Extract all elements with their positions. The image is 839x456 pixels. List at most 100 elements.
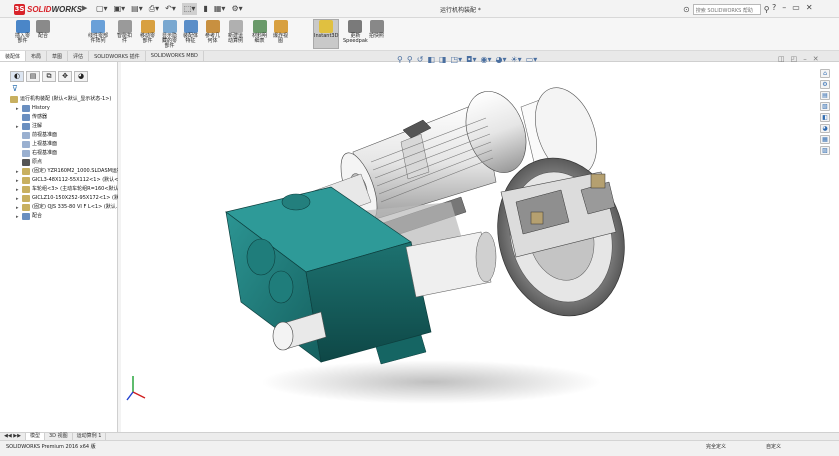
tree-item[interactable]: 前视基准面 <box>10 131 118 140</box>
custom-properties-icon[interactable]: ▦ <box>820 135 830 144</box>
open-icon[interactable]: ▣▾ <box>114 3 126 15</box>
cmd-button-7[interactable]: 参考几 何体 <box>205 20 220 44</box>
cmd-icon <box>15 20 30 33</box>
options-icon[interactable]: ⚙▾ <box>231 3 242 15</box>
cmd-label: 装配体 特征 <box>183 33 199 44</box>
dynamic-annotation-icon[interactable]: ◨ <box>439 55 447 64</box>
tree-item[interactable]: ▸ (固定) QJS 335-80 VI F L<1> (默认… <box>10 203 118 212</box>
bottom-tab[interactable]: 运动算例 1 <box>73 433 107 440</box>
feature-tree: 运行机构装配 (默认<默认_显示状态-1>) ▸ History 传感器 ▸ 注解 前视基… <box>10 95 118 221</box>
feature-tree-tab-icon[interactable]: ◐ <box>10 71 24 82</box>
view-orientation-icon[interactable]: ◳▾ <box>451 55 463 64</box>
cm-tab[interactable]: 草图 <box>47 51 69 61</box>
cmd-button-13[interactable]: 拍快照 <box>369 20 384 39</box>
cmd-button-11[interactable]: Instant3D <box>313 19 340 49</box>
command-manager: 插入零 部件 配合 线性零部 件阵列 智能扣 件移动零 部件 显示隐 藏的零 部件 装配体… <box>0 18 839 51</box>
tree-item[interactable]: 上视基准面 <box>10 140 118 149</box>
home-icon[interactable]: ⌂ <box>820 69 830 78</box>
cmd-icon <box>348 20 363 33</box>
cmd-label: 插入零 部件 <box>15 33 31 44</box>
dimxpert-tab-icon[interactable]: ✥ <box>58 71 72 82</box>
cmd-button-8[interactable]: 新建运 动算例 <box>228 20 243 44</box>
print-icon[interactable]: ⎙▾ <box>149 3 159 15</box>
hide-show-icon[interactable]: ◉▾ <box>480 55 491 64</box>
new-document-icon[interactable]: ▢▾ <box>96 3 108 15</box>
tree-item[interactable]: ▸ 注解 <box>10 122 118 131</box>
viewport-restore-icon[interactable]: ◫ <box>778 55 785 63</box>
tree-root-label: 运行机构装配 (默认<默认_显示状态-1>) <box>20 96 112 102</box>
tab-nav-arrows-icon[interactable]: ◀◀ ▶▶ <box>0 433 26 440</box>
cmd-button-10[interactable]: 爆炸视 图 <box>273 20 288 44</box>
cmd-button-9[interactable]: 材料明 细表 <box>252 20 267 44</box>
status-units[interactable]: 自定义 <box>766 443 781 450</box>
graphics-area[interactable] <box>121 62 817 430</box>
tree-item[interactable]: ▸ GICL3-48X112-55X112<1> (默认<… <box>10 176 118 185</box>
view-palette-icon[interactable]: ◧ <box>820 113 830 122</box>
tree-item[interactable]: ▸ 车轮组<3> (主动车轮组R=160<默认… <box>10 185 118 194</box>
close-icon[interactable]: ✕ <box>806 3 813 12</box>
cmd-label: 爆炸视 图 <box>273 33 289 44</box>
minimize-icon[interactable]: – <box>782 3 786 12</box>
design-library-icon[interactable]: ▤ <box>820 91 830 100</box>
scene-icon[interactable]: ☀▾ <box>510 55 521 64</box>
restore-icon[interactable]: ▭ <box>792 3 800 12</box>
resources-icon[interactable]: ⚙ <box>820 80 830 89</box>
viewport-close-icon[interactable]: ✕ <box>813 55 819 63</box>
bottom-tabs: ◀◀ ▶▶ 模型 3D 视图 运动算例 1 <box>0 432 839 440</box>
cm-tab[interactable]: 布局 <box>26 51 48 61</box>
file-explorer-icon[interactable]: ▧ <box>820 102 830 111</box>
cm-tab[interactable]: 评估 <box>68 51 90 61</box>
tree-item[interactable]: 原点 <box>10 158 118 167</box>
solidworks-logo[interactable]: 3S SOLIDWORKS <box>14 3 82 15</box>
window-controls: ? – ▭ ✕ <box>772 3 813 12</box>
origin-icon <box>22 159 30 166</box>
cmd-button-12[interactable]: 更新 Speedpak <box>343 20 368 44</box>
menu-expand-arrow-icon[interactable]: ▶ <box>82 4 87 12</box>
tree-item[interactable]: ▸ (固定) YZR160M2_1000.SLDASM运行… <box>10 167 118 176</box>
property-manager-tab-icon[interactable]: ▤ <box>26 71 40 82</box>
filter-icon[interactable]: ⊽ <box>12 84 18 93</box>
edit-appearance-icon[interactable]: ◕▾ <box>495 55 506 64</box>
cmd-button-4[interactable]: 移动零 部件 <box>140 20 155 44</box>
viewport-maximize-icon[interactable]: ◰ <box>791 55 798 63</box>
cm-tab[interactable]: SOLIDWORKS MBD <box>146 51 204 61</box>
configuration-tab-icon[interactable]: ⧉ <box>42 71 56 82</box>
rebuild-icon[interactable]: ▮ <box>203 3 207 15</box>
search-icon[interactable]: ⚲ <box>764 5 770 14</box>
help-search-icon[interactable]: ⊙ <box>683 5 690 14</box>
section-view-icon[interactable]: ◧ <box>427 55 435 64</box>
save-icon[interactable]: ▤▾ <box>131 3 143 15</box>
help-search-input[interactable]: 搜索 SOLIDWORKS 帮助 <box>692 3 761 15</box>
tree-item[interactable]: ▸ 配合 <box>10 212 118 221</box>
cmd-button-5[interactable]: 显示隐 藏的零 部件 <box>162 20 177 49</box>
cmd-button-1[interactable]: 配合 <box>36 20 50 39</box>
display-style-icon[interactable]: ◘▾ <box>466 55 476 64</box>
forum-icon[interactable]: ▨ <box>820 146 830 155</box>
previous-view-icon[interactable]: ↺ <box>417 55 424 64</box>
select-icon[interactable]: ⬚▾ <box>181 3 198 15</box>
viewport-minimize-icon[interactable]: – <box>803 55 807 63</box>
tree-root[interactable]: 运行机构装配 (默认<默认_显示状态-1>) <box>10 95 118 104</box>
appearances-icon[interactable]: ◕ <box>820 124 830 133</box>
zoom-area-icon[interactable]: ⚲ <box>407 55 413 64</box>
cm-tab[interactable]: 装配体 <box>0 51 27 61</box>
file-properties-icon[interactable]: ▦▾ <box>214 3 226 15</box>
tree-item[interactable]: ▸ GICLZ10-150X252-95X172<1> (默… <box>10 194 118 203</box>
cmd-button-2[interactable]: 线性零部 件阵列 <box>88 20 108 44</box>
tree-item[interactable]: 右视基准面 <box>10 149 118 158</box>
view-settings-icon[interactable]: ▭▾ <box>526 55 538 64</box>
undo-icon[interactable]: ↶▾ <box>165 3 176 15</box>
feature-manager-panel: ◐ ▤ ⧉ ✥ ◕ ⊽ 运行机构装配 (默认<默认_显示状态-1>) ▸ Hist… <box>0 62 118 432</box>
help-icon[interactable]: ? <box>772 3 776 12</box>
display-manager-tab-icon[interactable]: ◕ <box>74 71 88 82</box>
tree-item[interactable]: 传感器 <box>10 113 118 122</box>
cm-tab[interactable]: SOLIDWORKS 插件 <box>89 51 146 61</box>
cmd-button-6[interactable]: 装配体 特征 <box>183 20 198 44</box>
cmd-button-3[interactable]: 智能扣 件 <box>117 20 132 44</box>
bottom-tab[interactable]: 模型 <box>25 433 45 440</box>
zoom-to-fit-icon[interactable]: ⚲ <box>397 55 403 64</box>
cmd-label: 新建运 动算例 <box>228 33 244 44</box>
tree-item[interactable]: ▸ History <box>10 104 118 113</box>
bottom-tab[interactable]: 3D 视图 <box>45 433 73 440</box>
cmd-button-0[interactable]: 插入零 部件 <box>15 20 30 44</box>
